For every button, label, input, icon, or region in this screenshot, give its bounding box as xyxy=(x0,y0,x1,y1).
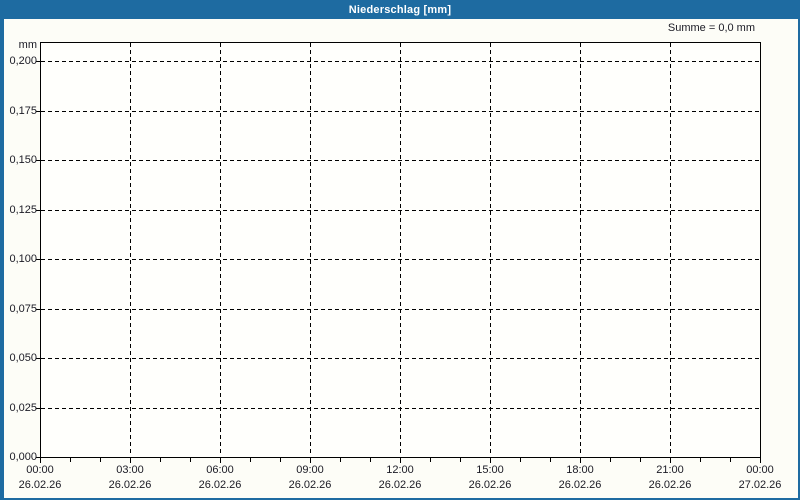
y-tick-label: 0,200 xyxy=(9,55,37,67)
x-time-label: 21:00 xyxy=(656,464,684,476)
y-tick-label: 0,175 xyxy=(9,105,37,117)
y-tick-label: 0,075 xyxy=(9,303,37,315)
sum-annotation: Summe = 0,0 mm xyxy=(667,22,755,34)
x-tick-mark xyxy=(760,458,761,463)
y-tick-label: 0,000 xyxy=(9,451,37,463)
x-tick-mark xyxy=(100,458,101,462)
x-date-label: 27.02.26 xyxy=(738,479,782,491)
x-tick-mark xyxy=(310,458,311,463)
x-tick-mark xyxy=(610,458,611,462)
x-tick-mark xyxy=(670,458,671,463)
x-tick-mark xyxy=(400,458,401,463)
x-tick-mark xyxy=(430,458,431,462)
x-date-label: 26.02.26 xyxy=(288,479,332,491)
y-tick-label: 0,050 xyxy=(9,352,37,364)
y-tick-label: 0,100 xyxy=(9,253,37,265)
x-tick-mark xyxy=(550,458,551,462)
x-tick-mark xyxy=(220,458,221,463)
x-time-label: 00:00 xyxy=(26,464,54,476)
chart-title: Niederschlag [mm] xyxy=(348,3,452,16)
x-date-label: 26.02.26 xyxy=(558,479,602,491)
x-time-label: 06:00 xyxy=(206,464,234,476)
x-date-label: 26.02.26 xyxy=(108,479,152,491)
x-tick-mark xyxy=(640,458,641,462)
x-tick-mark xyxy=(490,458,491,463)
x-time-label: 15:00 xyxy=(476,464,504,476)
y-tick-label: 0,125 xyxy=(9,204,37,216)
x-date-label: 26.02.26 xyxy=(468,479,512,491)
x-tick-mark xyxy=(160,458,161,462)
gridline-vertical xyxy=(130,43,131,456)
x-time-label: 12:00 xyxy=(386,464,414,476)
gridline-vertical xyxy=(220,43,221,456)
chart-window: Niederschlag [mm] Summe = 0,0 mm mm 0,00… xyxy=(0,0,800,500)
x-tick-mark xyxy=(40,458,41,463)
x-time-label: 03:00 xyxy=(116,464,144,476)
x-tick-mark xyxy=(70,458,71,462)
x-date-label: 26.02.26 xyxy=(378,479,422,491)
x-tick-mark xyxy=(190,458,191,462)
x-date-label: 26.02.26 xyxy=(198,479,242,491)
x-tick-mark xyxy=(130,458,131,463)
gridline-vertical xyxy=(580,43,581,456)
x-tick-mark xyxy=(340,458,341,462)
x-tick-mark xyxy=(520,458,521,462)
chart-title-bar: Niederschlag [mm] xyxy=(0,0,800,19)
x-time-label: 18:00 xyxy=(566,464,594,476)
gridline-vertical xyxy=(670,43,671,456)
gridline-vertical xyxy=(490,43,491,456)
x-date-label: 26.02.26 xyxy=(648,479,692,491)
x-date-label: 26.02.26 xyxy=(18,479,62,491)
x-tick-mark xyxy=(730,458,731,462)
x-tick-mark xyxy=(370,458,371,462)
gridline-vertical xyxy=(400,43,401,456)
y-axis-unit-label: mm xyxy=(18,39,37,51)
gridline-vertical xyxy=(310,43,311,456)
x-tick-mark xyxy=(250,458,251,462)
y-tick-label: 0,025 xyxy=(9,402,37,414)
x-tick-mark xyxy=(580,458,581,463)
x-time-label: 00:00 xyxy=(746,464,774,476)
x-tick-mark xyxy=(280,458,281,462)
x-time-label: 09:00 xyxy=(296,464,324,476)
x-tick-mark xyxy=(700,458,701,462)
y-tick-label: 0,150 xyxy=(9,154,37,166)
x-tick-mark xyxy=(460,458,461,462)
